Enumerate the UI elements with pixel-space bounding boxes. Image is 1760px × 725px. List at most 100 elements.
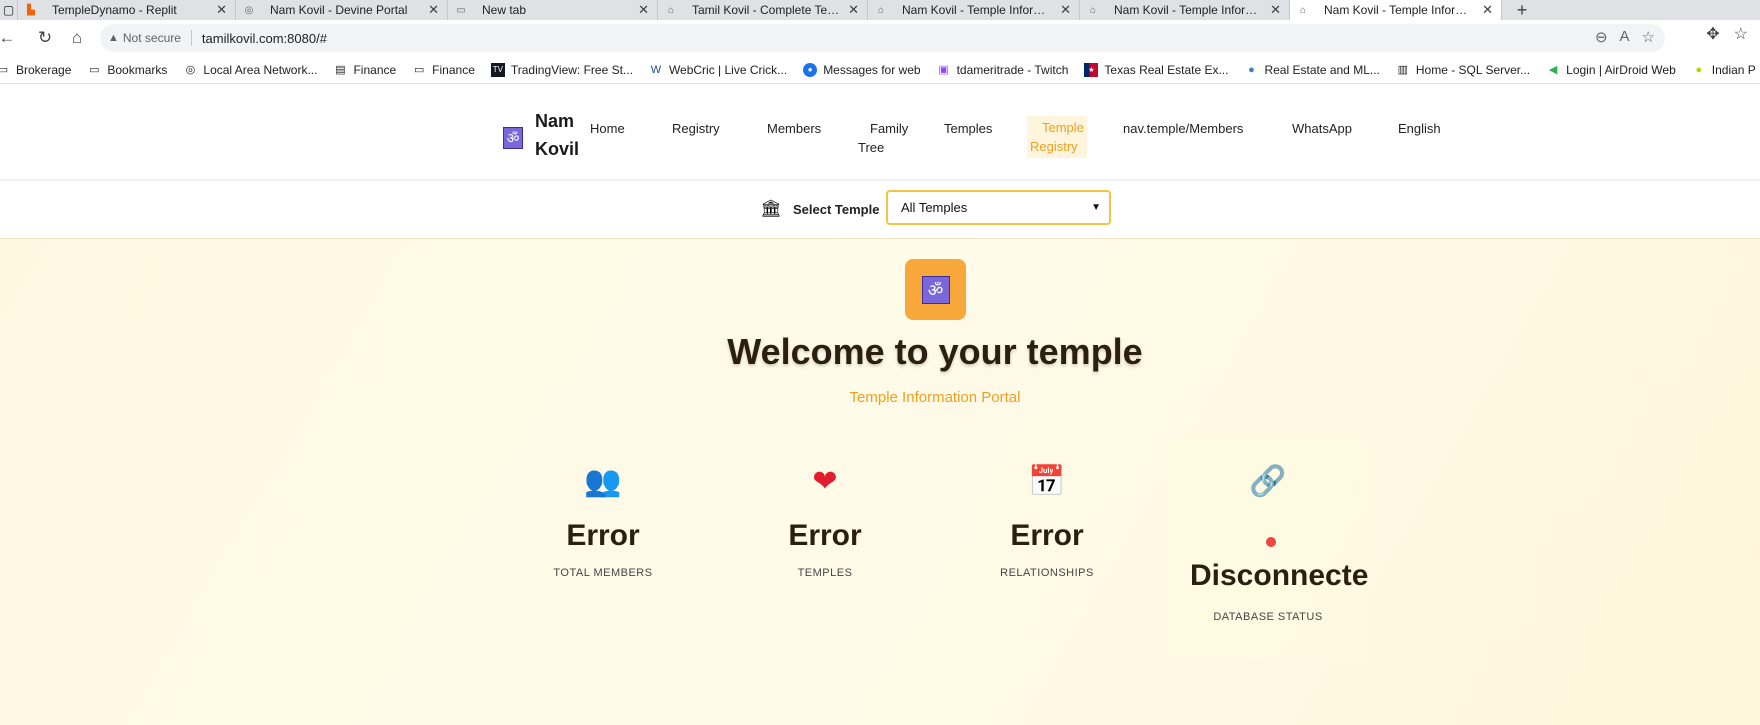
newtab-icon: ▭	[456, 4, 466, 16]
tab-actions-button[interactable]: ▢	[0, 0, 18, 20]
stat-label: DATABASE STATUS	[1213, 611, 1323, 623]
temple-select[interactable]: All Temples ▼	[886, 190, 1111, 225]
new-tab-button[interactable]: +	[1502, 0, 1542, 20]
finance-icon: ▤	[335, 64, 346, 76]
bookmark-label: Bookmarks	[107, 62, 168, 77]
browser-tab[interactable]: ▭ New tab ✕	[448, 0, 658, 20]
brand-name[interactable]: Nam Kovil	[535, 107, 585, 163]
bookmark-item[interactable]: ● Messages for web	[803, 62, 921, 77]
chart-icon: ▥	[1397, 64, 1409, 76]
tab-label: Nam Kovil - Temple Information	[902, 3, 1053, 17]
close-icon[interactable]: ✕	[1270, 2, 1281, 18]
bookmark-item[interactable]: ▭ Brokerage	[0, 63, 71, 77]
nav-language[interactable]: English	[1398, 119, 1441, 138]
stat-label: RELATIONSHIPS	[1000, 567, 1094, 579]
temple-icon: ⌂	[877, 4, 885, 16]
nav-label: Temples	[944, 121, 993, 136]
reload-button[interactable]: ↻	[32, 25, 58, 51]
bookmark-item[interactable]: ▣ tdameritrade - Twitch	[937, 62, 1069, 77]
close-icon[interactable]: ✕	[1060, 2, 1071, 18]
om-logo-icon[interactable]: ॐ	[503, 127, 523, 149]
browser-tab[interactable]: ▙ TempleDynamo - Replit ✕	[18, 0, 236, 20]
back-button[interactable]: ←	[0, 25, 20, 51]
texas-flag-icon: ★	[1084, 62, 1099, 77]
favorites-icon[interactable]: ☆	[1734, 24, 1748, 44]
nav-registry[interactable]: Registry	[672, 119, 720, 138]
bookmark-item[interactable]: ★ Texas Real Estate Ex...	[1084, 62, 1228, 77]
stat-card-members: 👥 Error TOTAL MEMBERS	[503, 439, 703, 639]
airdroid-icon: ◀	[1548, 64, 1558, 76]
bookmark-label: Messages for web	[823, 62, 921, 77]
reload-icon: ↻	[37, 28, 53, 47]
close-icon[interactable]: ✕	[638, 2, 649, 18]
address-bar-actions: ⊖ A ☆	[1595, 28, 1655, 46]
stat-value: Disconnected	[1190, 559, 1368, 592]
browser-tab[interactable]: ⌂ Nam Kovil - Temple Information ✕	[1080, 0, 1290, 20]
security-indicator[interactable]: ▲ Not secure	[108, 30, 192, 46]
bookmark-label: Real Estate and ML...	[1264, 62, 1380, 77]
bookmark-item[interactable]: ● Real Estate and ML...	[1244, 62, 1380, 77]
bookmark-item[interactable]: ▥ Home - SQL Server...	[1396, 63, 1530, 77]
temple-select-value: All Temples	[901, 200, 968, 215]
bookmark-item[interactable]: ▭ Finance	[412, 63, 475, 77]
address-bar[interactable]: ▲ Not secure tamilkovil.com:8080/# ⊖ A ☆	[100, 24, 1665, 52]
star-icon[interactable]: ☆	[1642, 28, 1655, 46]
nav-label: Temple	[1042, 120, 1084, 135]
close-icon[interactable]: ✕	[1482, 2, 1493, 18]
stat-value: Error	[788, 519, 862, 552]
nav-home[interactable]: Home	[590, 119, 625, 138]
tab-label: Nam Kovil - Temple Information	[1324, 3, 1475, 17]
read-aloud-icon[interactable]: A	[1620, 28, 1630, 46]
extensions-icon[interactable]: ✥	[1706, 24, 1719, 44]
globe-icon: ◎	[244, 4, 254, 16]
replit-icon: ▙	[27, 4, 35, 16]
stat-label: TOTAL MEMBERS	[553, 567, 653, 579]
nav-temples[interactable]: Temples	[944, 119, 992, 138]
bookmark-item[interactable]: ◀ Login | AirDroid Web	[1546, 63, 1676, 77]
messages-icon: ●	[803, 62, 818, 77]
browser-tab[interactable]: ⌂ Nam Kovil - Temple Information ✕	[868, 0, 1080, 20]
nav-label: English	[1398, 121, 1441, 136]
nav-label: Family	[870, 121, 909, 136]
browser-tab[interactable]: ⌂ Tamil Kovil - Complete Temple M ✕	[658, 0, 868, 20]
zoom-icon[interactable]: ⊖	[1595, 28, 1608, 46]
nav-label: Members	[767, 121, 822, 136]
nav-label: nav.temple/Members	[1123, 121, 1244, 136]
select-temple-label: Select Temple	[793, 202, 880, 217]
security-label: Not secure	[122, 31, 181, 45]
realestate-icon: ●	[1248, 63, 1255, 76]
nav-label: Registry	[1030, 139, 1078, 154]
nav-temple-registry[interactable]: Temple Registry	[1027, 116, 1087, 158]
nav-whatsapp[interactable]: WhatsApp	[1292, 119, 1352, 138]
nav-members[interactable]: Members	[767, 119, 821, 138]
close-icon[interactable]: ✕	[428, 2, 439, 18]
welcome-subtitle: Temple Information Portal	[849, 389, 1021, 406]
close-icon[interactable]: ✕	[216, 2, 227, 18]
temple-icon: ⌂	[1299, 4, 1307, 16]
bookmark-item[interactable]: ◎ Local Area Network...	[183, 62, 318, 77]
bookmark-item[interactable]: W WebCric | Live Crick...	[649, 63, 787, 77]
folder-icon: ▭	[0, 63, 10, 77]
bookmark-label: tdameritrade - Twitch	[956, 62, 1069, 77]
browser-tab-active[interactable]: ⌂ Nam Kovil - Temple Information ✕	[1290, 0, 1502, 20]
nav-family-tree[interactable]: Family Tree	[858, 119, 908, 157]
stat-label: TEMPLES	[797, 567, 853, 579]
nav-label: Registry	[672, 121, 720, 136]
nav-label: Home	[590, 121, 625, 136]
browser-tab[interactable]: ◎ Nam Kovil - Devine Portal ✕	[236, 0, 448, 20]
bookmark-item[interactable]: ▭ Bookmarks	[87, 63, 167, 77]
status-dot	[1266, 537, 1276, 547]
om-tile: ॐ	[905, 259, 966, 320]
temple-icon: 🏛	[760, 199, 782, 218]
bookmark-item[interactable]: ▤ Finance	[333, 63, 396, 77]
home-button[interactable]: ⌂	[64, 25, 90, 51]
bookmark-label: Local Area Network...	[203, 62, 318, 77]
bookmark-item[interactable]: TV TradingView: Free St...	[490, 62, 633, 77]
heart-icon: ❤	[812, 465, 838, 498]
home-icon: ⌂	[71, 28, 83, 47]
close-icon[interactable]: ✕	[848, 2, 859, 18]
brand-line: Nam	[535, 111, 575, 131]
nav-temple-members[interactable]: nav.temple/Members	[1123, 119, 1243, 138]
bookmark-item[interactable]: ● Indian P	[1692, 63, 1755, 77]
url-text[interactable]: tamilkovil.com:8080/#	[202, 31, 327, 46]
